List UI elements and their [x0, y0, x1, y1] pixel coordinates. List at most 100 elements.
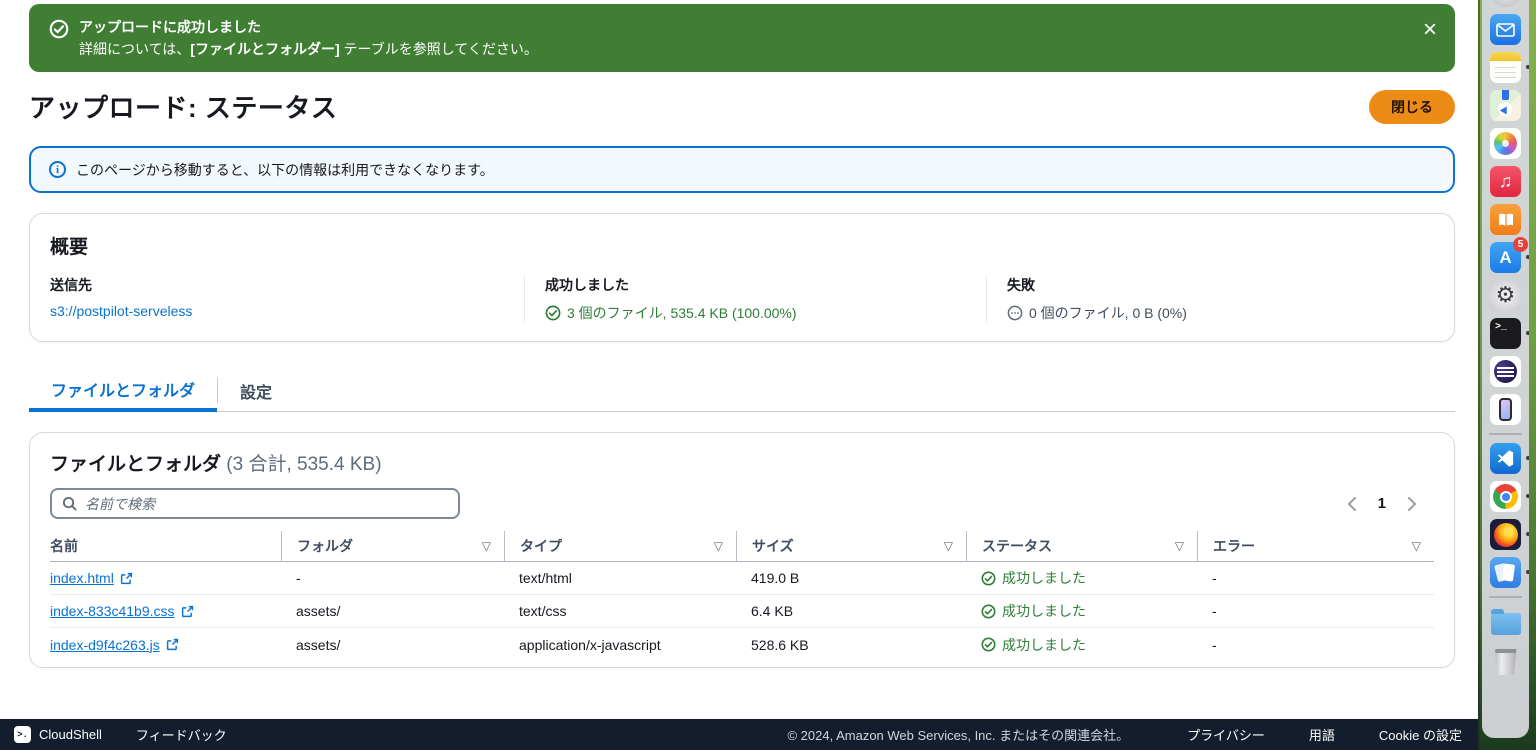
cloudshell-icon — [14, 726, 31, 743]
privacy-link[interactable]: プライバシー — [1187, 725, 1265, 744]
flashbar-close-icon[interactable] — [1423, 18, 1437, 42]
pagination-current-page[interactable]: 1 — [1378, 495, 1386, 512]
pending-ellipsis-icon — [1007, 305, 1023, 321]
iphone-icon — [1490, 394, 1521, 425]
terminal-icon — [1490, 318, 1521, 349]
filter-icon[interactable] — [1175, 539, 1184, 553]
dock-item-app-store[interactable]: 5 — [1490, 242, 1521, 273]
error-cell: - — [1197, 570, 1434, 586]
files-table-title: ファイルとフォルダ (3 合計, 535.4 KB) — [50, 449, 1434, 476]
column-header-status[interactable]: ステータス — [966, 531, 1197, 561]
filter-icon[interactable] — [714, 539, 723, 553]
table-row: index.html - text/html 419.0 B 成功しました - — [50, 562, 1434, 595]
error-cell: - — [1197, 637, 1434, 653]
size-cell: 528.6 KB — [736, 637, 966, 653]
file-link[interactable]: index-833c41b9.css — [50, 603, 194, 619]
overview-failed: 失敗 0 個のファイル, 0 B (0%) — [986, 275, 1434, 323]
pagination: 1 — [1344, 495, 1420, 513]
dock-item-notes[interactable] — [1490, 52, 1521, 83]
mail-icon — [1490, 14, 1521, 45]
pagination-next-icon[interactable] — [1404, 495, 1420, 513]
macos-dock: 5 — [1482, 0, 1529, 738]
dock-item-partial[interactable] — [1491, 0, 1521, 7]
dock-item-photos[interactable] — [1490, 128, 1521, 159]
dock-item-maps[interactable] — [1490, 90, 1521, 121]
search-box[interactable] — [50, 488, 460, 519]
destination-link[interactable]: s3://postpilot-serveless — [50, 303, 192, 319]
overview-succeeded: 成功しました 3 個のファイル, 535.4 KB (100.00%) — [524, 275, 986, 323]
failed-value: 0 個のファイル, 0 B (0%) — [1029, 303, 1187, 323]
success-check-icon — [981, 571, 996, 586]
search-icon — [62, 496, 77, 511]
success-check-icon — [981, 637, 996, 652]
desktop-wallpaper: 5 — [1478, 0, 1536, 750]
pages-app-icon — [1490, 557, 1521, 588]
success-check-icon — [545, 305, 561, 321]
failed-label: 失敗 — [1007, 275, 1414, 295]
dock-item-firefox[interactable] — [1490, 519, 1521, 550]
tab-files-and-folders[interactable]: ファイルとフォルダ — [29, 370, 217, 412]
page-title: アップロード: ステータス — [29, 88, 337, 125]
dock-item-eclipse[interactable] — [1490, 356, 1521, 387]
destination-label: 送信先 — [50, 275, 504, 295]
folder-cell: assets/ — [281, 637, 504, 653]
success-check-icon — [981, 604, 996, 619]
books-icon — [1490, 204, 1521, 235]
pagination-prev-icon[interactable] — [1344, 495, 1360, 513]
size-cell: 6.4 KB — [736, 603, 966, 619]
type-cell: text/html — [504, 570, 736, 586]
files-table-card: ファイルとフォルダ (3 合計, 535.4 KB) 1 名前 フォルダ — [29, 432, 1455, 668]
cloudshell-button[interactable]: CloudShell — [14, 726, 102, 743]
tab-settings[interactable]: 設定 — [218, 370, 294, 411]
terms-link[interactable]: 用語 — [1309, 725, 1335, 744]
file-link[interactable]: index-d9f4c263.js — [50, 637, 179, 653]
dock-item-mail[interactable] — [1490, 14, 1521, 45]
succeeded-value: 3 個のファイル, 535.4 KB (100.00%) — [567, 303, 797, 323]
flashbar-title: アップロードに成功しました — [79, 16, 1423, 38]
folder-cell: assets/ — [281, 603, 504, 619]
size-cell: 419.0 B — [736, 570, 966, 586]
dock-item-trash[interactable] — [1490, 644, 1521, 675]
dock-item-books[interactable] — [1490, 204, 1521, 235]
filter-icon[interactable] — [1412, 539, 1421, 553]
eclipse-icon — [1490, 356, 1521, 387]
close-button[interactable]: 閉じる — [1369, 90, 1455, 124]
dock-item-iphone-mirroring[interactable] — [1490, 394, 1521, 425]
dock-item-vscode[interactable] — [1490, 443, 1521, 474]
status-cell: 成功しました — [966, 601, 1197, 621]
table-row: index-d9f4c263.js assets/ application/x-… — [50, 628, 1434, 661]
tab-bar: ファイルとフォルダ 設定 — [29, 370, 1455, 412]
column-header-size[interactable]: サイズ — [736, 531, 966, 561]
column-header-error[interactable]: エラー — [1197, 531, 1434, 561]
filter-icon[interactable] — [944, 539, 953, 553]
feedback-link[interactable]: フィードバック — [136, 725, 227, 744]
search-input[interactable] — [85, 496, 448, 512]
column-header-name[interactable]: 名前 — [50, 531, 281, 561]
dock-item-terminal[interactable] — [1490, 318, 1521, 349]
dock-divider — [1489, 596, 1522, 598]
overview-card: 概要 送信先 s3://postpilot-serveless 成功しました 3… — [29, 213, 1455, 342]
dock-item-system-settings[interactable] — [1490, 280, 1521, 311]
status-cell: 成功しました — [966, 568, 1197, 588]
info-alert: このページから移動すると、以下の情報は利用できなくなります。 — [29, 146, 1455, 193]
dock-item-downloads[interactable] — [1490, 606, 1521, 637]
files-table-count: (3 合計, 535.4 KB) — [226, 454, 381, 475]
flashbar-message: 詳細については、[ファイルとフォルダー] テーブルを参照してください。 — [79, 38, 1423, 60]
success-flashbar: アップロードに成功しました 詳細については、[ファイルとフォルダー] テーブルを… — [29, 4, 1455, 72]
overview-columns: 送信先 s3://postpilot-serveless 成功しました 3 個の… — [50, 275, 1434, 323]
dock-item-music[interactable] — [1490, 166, 1521, 197]
column-header-folder[interactable]: フォルダ — [281, 531, 504, 561]
dock-item-pages-app[interactable] — [1490, 557, 1521, 588]
cookie-settings-link[interactable]: Cookie の設定 — [1379, 725, 1462, 744]
dock-item-chrome[interactable] — [1490, 481, 1521, 512]
column-header-type[interactable]: タイプ — [504, 531, 736, 561]
table-row: index-833c41b9.css assets/ text/css 6.4 … — [50, 595, 1434, 628]
filter-icon[interactable] — [482, 539, 491, 553]
partial-app-icon — [1491, 0, 1521, 7]
succeeded-label: 成功しました — [545, 275, 966, 295]
table-toolbar: 1 — [50, 488, 1434, 519]
file-link[interactable]: index.html — [50, 570, 133, 586]
folder-cell: - — [281, 570, 504, 586]
status-cell: 成功しました — [966, 635, 1197, 655]
firefox-icon — [1490, 519, 1521, 550]
